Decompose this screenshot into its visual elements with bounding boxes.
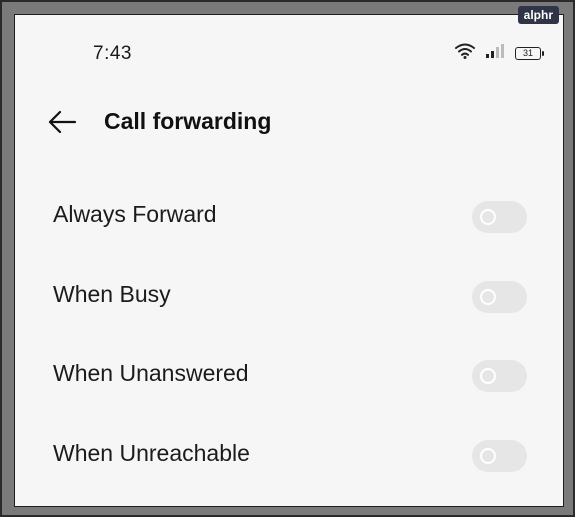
- always-forward-toggle[interactable]: [472, 201, 527, 233]
- when-unreachable-toggle[interactable]: [472, 439, 527, 472]
- status-bar: 7:43 31: [15, 37, 563, 67]
- option-label: Always Forward: [53, 201, 217, 227]
- option-when-unanswered[interactable]: When Unanswered: [15, 346, 563, 426]
- signal-icon: [485, 43, 505, 64]
- wifi-icon: [455, 43, 475, 64]
- option-when-unreachable[interactable]: When Unreachable: [15, 426, 563, 506]
- option-label: When Unreachable: [53, 439, 250, 466]
- back-button[interactable]: [45, 107, 79, 137]
- arrow-left-icon: [45, 110, 79, 141]
- forwarding-options-list: Always Forward When Busy When Unanswered…: [15, 187, 563, 505]
- option-label: When Unanswered: [53, 360, 249, 386]
- when-busy-toggle[interactable]: [472, 280, 527, 313]
- app-header: Call forwarding: [15, 103, 563, 143]
- status-time: 7:43: [93, 43, 132, 64]
- battery-icon: 31: [515, 47, 544, 60]
- device-frame: 7:43 31 Call forwarding Always Forward W…: [0, 0, 575, 517]
- toggle-knob: [480, 447, 496, 464]
- option-when-busy[interactable]: When Busy: [15, 267, 563, 347]
- page-title: Call forwarding: [104, 108, 272, 134]
- toggle-knob: [480, 288, 496, 305]
- toggle-knob: [480, 368, 496, 384]
- status-icons: 31: [455, 43, 544, 64]
- watermark-logo: alphr: [517, 6, 559, 24]
- toggle-knob: [480, 209, 496, 225]
- when-unanswered-toggle[interactable]: [472, 360, 527, 392]
- option-label: When Busy: [53, 280, 171, 307]
- option-always-forward[interactable]: Always Forward: [15, 187, 563, 267]
- phone-screen: 7:43 31 Call forwarding Always Forward W…: [14, 14, 564, 507]
